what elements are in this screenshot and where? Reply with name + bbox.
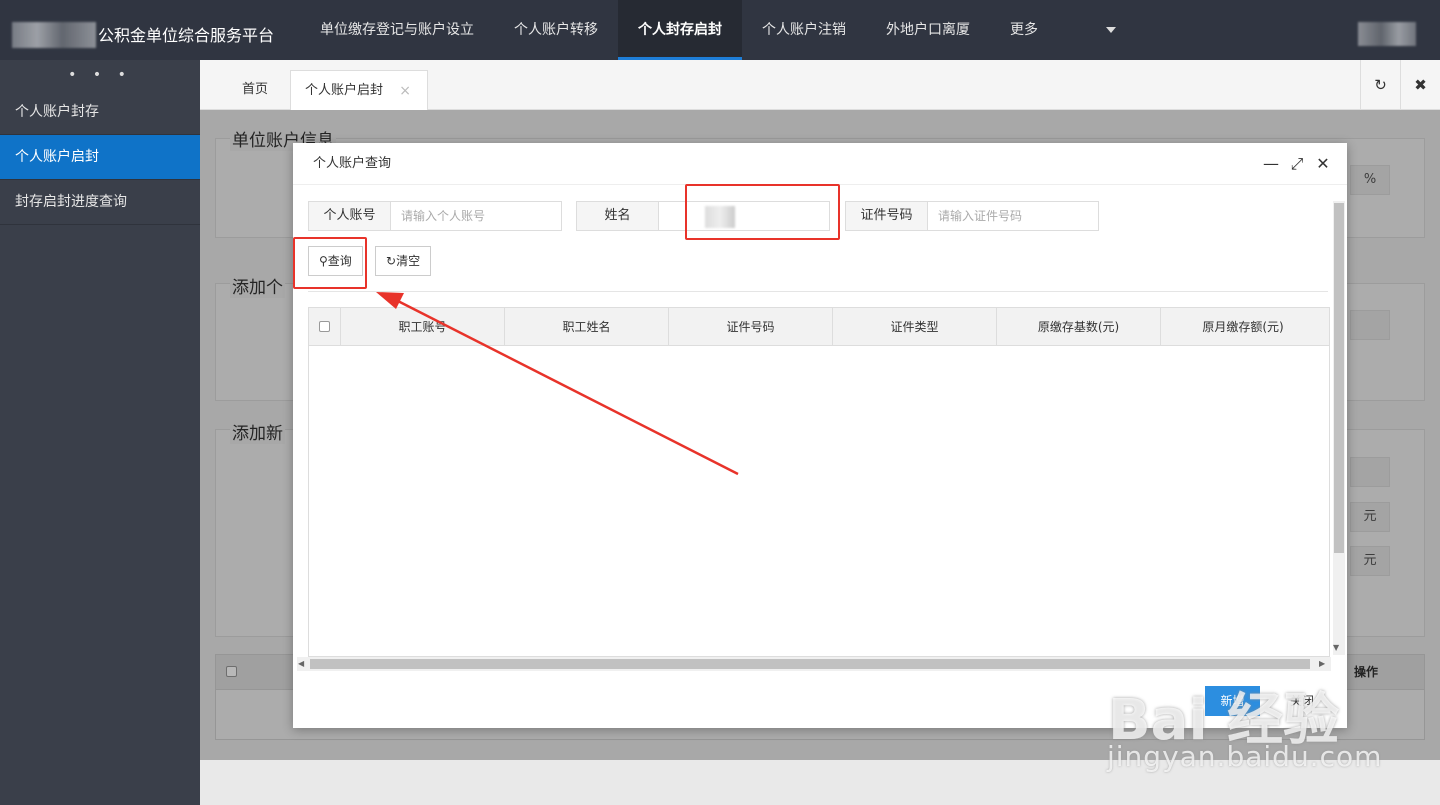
watermark-url: jingyan.baidu.com [1107,740,1383,773]
